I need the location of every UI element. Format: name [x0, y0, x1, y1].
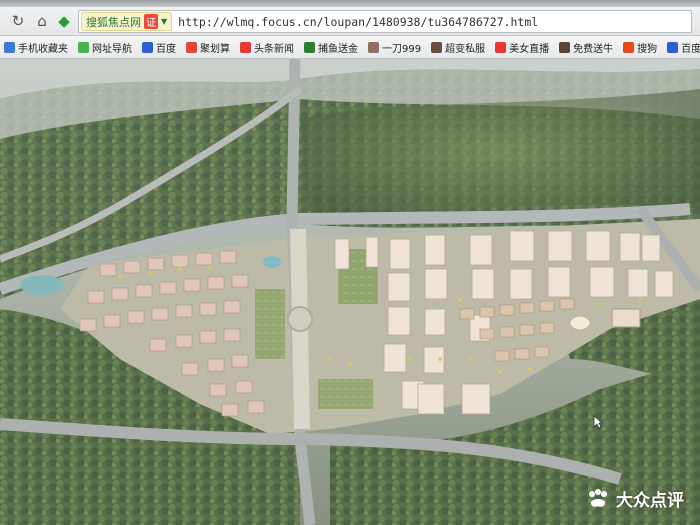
bookmark-item[interactable]: 头条新闻: [236, 36, 300, 58]
bookmark-label: 网址导航: [92, 43, 132, 55]
bookmark-item[interactable]: 聚划算: [182, 36, 236, 58]
url-text[interactable]: http://wlmq.focus.cn/loupan/1480938/tu36…: [178, 15, 538, 29]
bookmark-label: 美女直播: [509, 43, 550, 55]
page-content: 大众点评: [0, 59, 700, 525]
refresh-icon[interactable]: ↻: [8, 11, 28, 31]
bookmark-item[interactable]: 百度: [138, 36, 182, 58]
game-icon: [368, 41, 379, 53]
server-icon: [431, 41, 443, 53]
baidu-icon: [142, 41, 153, 53]
bookmark-label: 头条新闻: [254, 43, 294, 55]
watermark-brand: 大众点评: [616, 491, 684, 511]
bookmark-item[interactable]: 免费送牛: [555, 36, 619, 58]
bookmark-item[interactable]: 超变私服: [427, 36, 491, 58]
bookmark-label: 搜狗: [637, 43, 658, 55]
site-name: 搜狐焦点网: [86, 15, 141, 29]
dianping-watermark: 大众点评: [586, 486, 684, 511]
bookmarks-bar: 手机收藏夹 网址导航 百度 聚划算 头条新闻 捕鱼送金 一刀999 超变私服 美女直播 免费送牛 搜…: [0, 36, 700, 59]
address-bar[interactable]: 搜狐焦点网 证 ▼ http://wlmq.focus.cn/loupan/14…: [78, 10, 692, 33]
cow-icon: [559, 41, 571, 53]
bookmark-label: 百度一下: [681, 43, 700, 55]
mouse-cursor-icon: [593, 415, 603, 429]
news-icon: [240, 41, 251, 53]
navigation-bar: ↻ ⌂ ◆ 搜狐焦点网 证 ▼ http://wlmq.focus.cn/lou…: [0, 7, 700, 36]
bookmark-item[interactable]: 一刀999: [364, 36, 427, 58]
certificate-badge: 证: [144, 14, 158, 29]
bookmark-item[interactable]: 网址导航: [74, 36, 138, 58]
sogou-icon: [623, 41, 635, 53]
live-icon: [495, 41, 507, 53]
bookmark-item[interactable]: 手机收藏夹: [0, 36, 74, 58]
aerial-development-rendering: [0, 59, 700, 525]
site-identity-badge[interactable]: 搜狐焦点网 证 ▼: [81, 12, 173, 31]
browser-tab-strip: [0, 0, 700, 7]
bookmark-label: 聚划算: [200, 43, 230, 55]
fish-icon: [304, 41, 315, 53]
bookmark-label: 免费送牛: [573, 43, 614, 55]
bookmark-label: 捕鱼送金: [318, 43, 358, 55]
bookmark-label: 手机收藏夹: [18, 43, 68, 55]
secure-shield-icon: ◆: [58, 12, 70, 30]
baidu-search-icon: [667, 41, 679, 53]
bookmark-label: 百度: [156, 43, 176, 55]
home-icon[interactable]: ⌂: [32, 11, 52, 31]
juhuasuan-icon: [186, 41, 197, 53]
bookmark-item[interactable]: 百度一下: [663, 36, 700, 58]
chevron-down-icon: ▼: [161, 17, 168, 26]
bookmark-item[interactable]: 搜狗: [619, 36, 663, 58]
dianping-logo-icon: [589, 488, 607, 507]
bookmark-item[interactable]: 美女直播: [491, 36, 555, 58]
phone-icon: [4, 41, 15, 53]
bookmark-label: 超变私服: [445, 43, 486, 55]
bookmark-item[interactable]: 捕鱼送金: [300, 36, 364, 58]
nav-icon: [78, 41, 89, 53]
bookmark-label: 一刀999: [382, 43, 422, 55]
